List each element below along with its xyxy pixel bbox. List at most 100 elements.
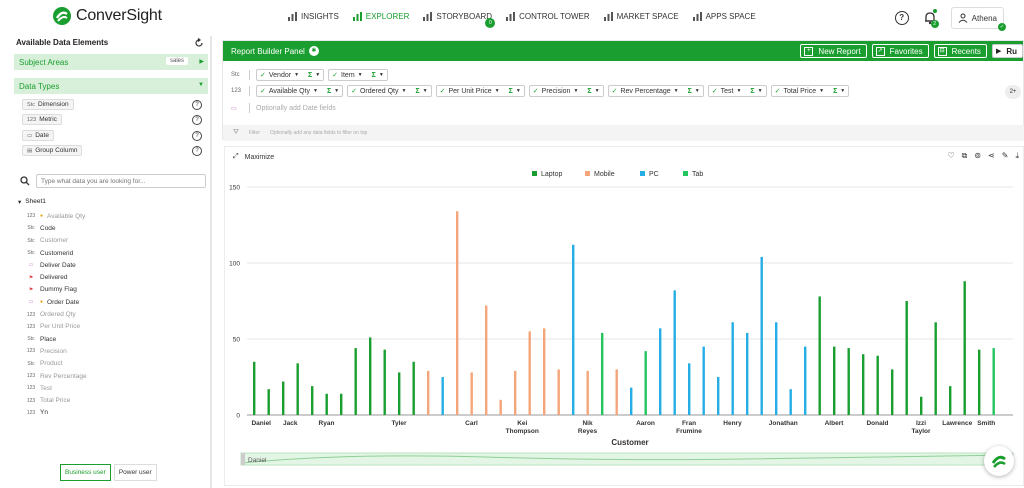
bar[interactable] (760, 256, 763, 415)
bar[interactable] (775, 322, 778, 415)
chevron-down-icon[interactable]: ▼ (595, 88, 600, 94)
metric-pill[interactable]: ✓ Ordered Qty ▼ Σ ▼ (347, 85, 432, 97)
bar[interactable] (340, 393, 343, 415)
bar[interactable] (543, 328, 546, 415)
chevron-down-icon[interactable]: ▼ (573, 88, 578, 94)
nav-item-control-tower[interactable]: CONTROL TOWER (506, 12, 590, 21)
bar[interactable] (818, 296, 821, 415)
sigma-icon[interactable]: Σ (415, 88, 419, 95)
notifications-button[interactable]: 2 (923, 9, 939, 28)
bar[interactable] (920, 396, 923, 415)
help-icon[interactable]: ? (894, 11, 909, 25)
legend-swatch[interactable] (532, 171, 537, 176)
refresh-icon[interactable] (194, 38, 204, 48)
chevron-down-icon[interactable]: ▼ (695, 88, 700, 94)
metric-pill[interactable]: ✓ Available Qty ▼ Σ ▼ (256, 85, 344, 97)
bar[interactable] (311, 386, 314, 415)
bar[interactable] (659, 328, 662, 415)
bar[interactable] (267, 389, 270, 415)
bar[interactable] (528, 331, 531, 415)
data-type-chip[interactable]: ▤ Group Column (22, 145, 83, 156)
dimension-pill[interactable]: ✓ Item ▼ Σ ▼ (328, 69, 388, 81)
chevron-down-icon[interactable]: ▼ (402, 88, 407, 94)
filter-row[interactable]: ⛛ Filter Optionally add any data fields … (223, 125, 1024, 141)
bar[interactable] (949, 386, 952, 415)
bar[interactable] (963, 281, 966, 415)
field-item[interactable]: Stc Product (26, 358, 87, 370)
legend-label[interactable]: PC (649, 171, 659, 178)
bar[interactable] (398, 372, 401, 415)
bar[interactable] (934, 322, 937, 415)
metric-pill[interactable]: ✓ Total Price ▼ Σ ▼ (770, 85, 850, 97)
chevron-down-icon[interactable]: ▼ (315, 72, 320, 78)
field-item[interactable]: 123 Precision (26, 345, 87, 357)
metric-pill[interactable]: ✓ Test ▼ Σ ▼ (707, 85, 767, 97)
date-fields-row[interactable]: ▭ Optionally add Date fields (231, 103, 336, 113)
data-type-metric[interactable]: 123 Metric (22, 114, 62, 125)
field-item[interactable]: ▭ ● Order Date (26, 296, 87, 308)
legend-swatch[interactable] (640, 171, 645, 176)
chevron-down-icon[interactable]: ▼ (423, 88, 428, 94)
sigma-icon[interactable]: Σ (750, 88, 754, 95)
legend-swatch[interactable] (585, 171, 590, 176)
metric-pill[interactable]: ✓ Precision ▼ Σ ▼ (528, 85, 604, 97)
bar[interactable] (717, 377, 720, 415)
data-search-input[interactable] (36, 174, 206, 188)
bar[interactable] (876, 355, 879, 415)
data-type-group-column[interactable]: ▤ Group Column (22, 145, 83, 156)
chevron-down-icon[interactable]: ▼ (495, 88, 500, 94)
chevron-down-icon[interactable]: ▼ (334, 88, 339, 94)
favorites-button[interactable]: ↗ Favorites (871, 44, 929, 58)
sigma-icon[interactable]: Σ (308, 72, 312, 79)
legend-label[interactable]: Mobile (594, 171, 615, 178)
metric-pill[interactable]: ✓ Rev Percentage ▼ Σ ▼ (607, 85, 704, 97)
bar[interactable] (485, 305, 488, 415)
bar[interactable] (746, 332, 749, 415)
sigma-icon[interactable]: Σ (587, 88, 591, 95)
bar[interactable] (789, 389, 792, 415)
bar[interactable] (296, 363, 299, 415)
chevron-down-icon[interactable]: ▼ (358, 72, 363, 78)
data-type-chip[interactable]: 123 Metric (22, 114, 62, 125)
field-item[interactable]: ⚑ Dummy Flag (26, 284, 87, 296)
nav-item-market-space[interactable]: MARKET SPACE (603, 12, 679, 21)
subject-areas-header[interactable]: Subject Areas sales ▶ (14, 54, 208, 70)
bar[interactable] (499, 399, 502, 415)
bar[interactable] (847, 348, 850, 415)
field-item[interactable]: 123 Yn (26, 407, 87, 419)
tree-root-sheet[interactable]: ▾ Sheet1 (18, 198, 46, 206)
dimension-pill[interactable]: ✓ Vendor ▼ Σ ▼ (256, 69, 325, 81)
bar[interactable] (354, 348, 357, 415)
sigma-icon[interactable]: Σ (833, 88, 837, 95)
bar[interactable] (427, 370, 430, 415)
bar[interactable] (369, 337, 372, 415)
bar[interactable] (644, 351, 647, 415)
chevron-down-icon[interactable]: ▼ (516, 88, 521, 94)
bar[interactable] (441, 377, 444, 415)
data-type-chip[interactable]: Stc Dimension (22, 99, 74, 110)
help-icon[interactable]: ? (192, 131, 202, 141)
field-item[interactable]: 123 Test (26, 382, 87, 394)
sidebar-divider[interactable] (210, 36, 212, 488)
field-item[interactable]: 123 ● Available Qty (26, 210, 87, 222)
bar[interactable] (891, 369, 894, 415)
bar[interactable] (456, 211, 459, 415)
field-item[interactable]: Stc Customer (26, 235, 87, 247)
chevron-down-icon[interactable]: ▼ (674, 88, 679, 94)
legend-label[interactable]: Laptop (541, 171, 563, 178)
chevron-down-icon[interactable]: ▼ (313, 88, 318, 94)
help-icon[interactable]: ? (192, 100, 202, 110)
help-icon[interactable]: ? (192, 146, 202, 156)
chevron-down-icon[interactable]: ▼ (840, 88, 845, 94)
bar[interactable] (586, 370, 589, 415)
data-types-header[interactable]: Data Types ▼ (14, 78, 208, 94)
bar[interactable] (383, 349, 386, 415)
help-icon[interactable]: ? (192, 115, 202, 125)
business-user-button[interactable]: Business user (60, 464, 111, 481)
bar[interactable] (688, 363, 691, 415)
chevron-down-icon[interactable]: ▼ (379, 72, 384, 78)
range-slider-track[interactable] (240, 452, 1014, 466)
range-slider-handle-left[interactable] (241, 453, 245, 465)
bar[interactable] (630, 387, 633, 415)
chevron-down-icon[interactable]: ▼ (819, 88, 824, 94)
